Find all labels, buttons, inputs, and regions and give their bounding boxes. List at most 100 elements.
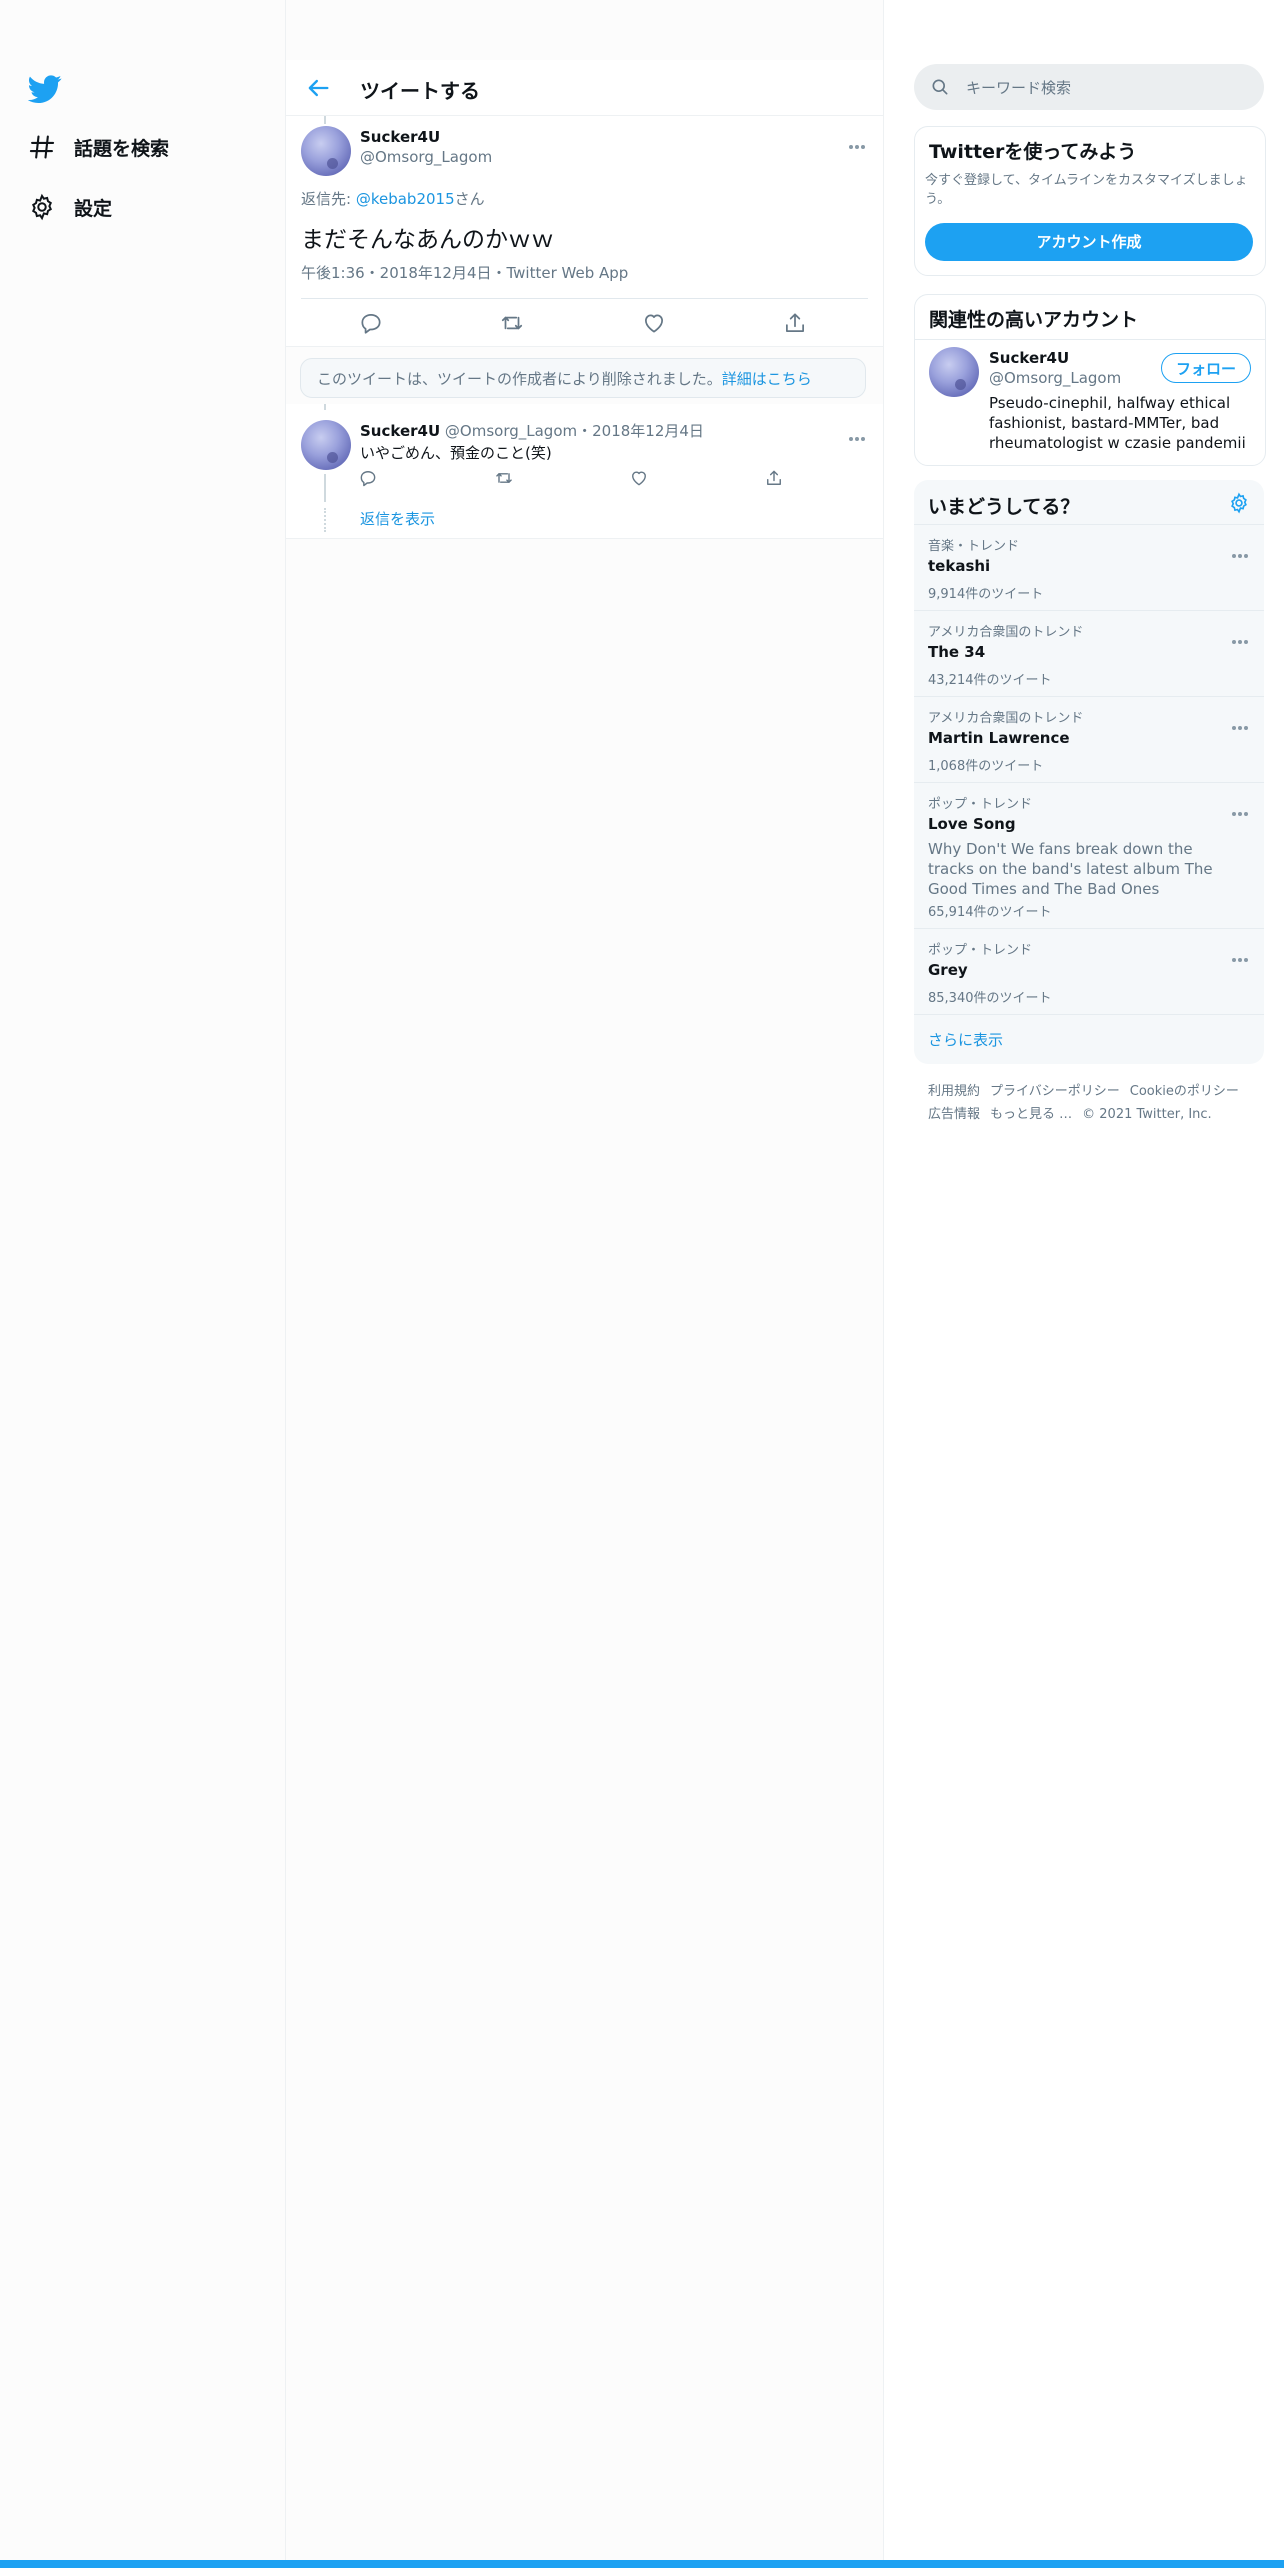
main-tweet: Sucker4U @Omsorg_Lagom 返信先: @kebab2015さん… bbox=[286, 116, 883, 347]
avatar[interactable] bbox=[929, 347, 979, 397]
more-icon[interactable] bbox=[849, 426, 871, 441]
avatar[interactable] bbox=[301, 126, 351, 176]
more-icon[interactable] bbox=[1232, 629, 1254, 644]
trend-category: 音楽・トレンド bbox=[928, 539, 1020, 554]
more-icon[interactable] bbox=[1232, 543, 1254, 558]
trend-item[interactable]: ポップ・トレンド Love Song Why Don't We fans bre… bbox=[914, 782, 1264, 929]
nav-explore-label: 話題を検索 bbox=[74, 137, 170, 160]
deleted-notice-link[interactable]: 詳細はこちら bbox=[722, 370, 812, 388]
hashtag-icon bbox=[28, 133, 56, 161]
footer-more-link[interactable]: もっと見る … bbox=[990, 1107, 1072, 1122]
footer-privacy-link[interactable]: プライバシーポリシー bbox=[990, 1084, 1120, 1099]
more-icon[interactable] bbox=[1232, 715, 1254, 730]
reply-to-suffix: さん bbox=[454, 190, 485, 208]
trend-item[interactable]: アメリカ合衆国のトレンド Martin Lawrence 1,068件のツイート bbox=[914, 696, 1264, 783]
search-box[interactable] bbox=[914, 64, 1264, 110]
thread-line bbox=[324, 404, 326, 410]
trend-description: Why Don't We fans break down the tracks … bbox=[928, 840, 1213, 898]
more-icon[interactable] bbox=[1232, 801, 1254, 816]
thread-dots bbox=[324, 508, 328, 532]
nav-settings[interactable]: 設定 bbox=[28, 187, 112, 227]
reply-to-prefix: 返信先: bbox=[301, 190, 356, 208]
trend-name: tekashi bbox=[928, 557, 991, 575]
footer-ads-link[interactable]: 広告情報 bbox=[928, 1107, 980, 1122]
reply-tweet-header: Sucker4U @Omsorg_Lagom・2018年12月4日 bbox=[360, 420, 704, 441]
show-more-row[interactable]: さらに表示 bbox=[914, 1014, 1264, 1064]
nav-explore[interactable]: 話題を検索 bbox=[28, 127, 169, 167]
signup-card-desc: 今すぐ登録して、タイムラインをカスタマイズしましょう。 bbox=[925, 173, 1248, 207]
trend-count: 65,914件のツイート bbox=[928, 905, 1052, 920]
trend-item[interactable]: 音楽・トレンド tekashi 9,914件のツイート bbox=[914, 524, 1264, 611]
reply-to-line: 返信先: @kebab2015さん bbox=[301, 188, 485, 209]
reply-tweet[interactable]: Sucker4U @Omsorg_Lagom・2018年12月4日 いやごめん、… bbox=[286, 404, 883, 539]
search-input[interactable] bbox=[964, 74, 1248, 102]
follow-button[interactable]: フォロー bbox=[1161, 353, 1251, 383]
tweet-timestamp[interactable]: 午後1:36・2018年12月4日・Twitter Web App bbox=[301, 262, 628, 283]
trend-name: Grey bbox=[928, 961, 968, 979]
deleted-tweet-notice: このツイートは、ツイートの作成者により削除されました。詳細はこちら bbox=[300, 358, 866, 398]
trends-card: いまどうしてる？ 音楽・トレンド tekashi 9,914件のツイート アメリ… bbox=[914, 480, 1264, 1064]
reply-to-link[interactable]: @kebab2015 bbox=[356, 190, 455, 208]
search-icon bbox=[930, 77, 950, 97]
trend-item[interactable]: アメリカ合衆国のトレンド The 34 43,214件のツイート bbox=[914, 610, 1264, 697]
trend-category: ポップ・トレンド bbox=[928, 797, 1033, 812]
show-replies-link[interactable]: 返信を表示 bbox=[360, 508, 435, 529]
twitter-bird-icon[interactable] bbox=[27, 72, 62, 106]
tweet-author-name[interactable]: Sucker4U bbox=[360, 128, 492, 146]
trend-count: 85,340件のツイート bbox=[928, 991, 1052, 1006]
trend-category: ポップ・トレンド bbox=[928, 943, 1033, 958]
more-icon[interactable] bbox=[1232, 947, 1254, 962]
like-icon[interactable] bbox=[641, 310, 667, 336]
trend-category: アメリカ合衆国のトレンド bbox=[928, 625, 1084, 640]
trend-item[interactable]: ポップ・トレンド Grey 85,340件のツイート bbox=[914, 928, 1264, 1015]
trend-count: 1,068件のツイート bbox=[928, 759, 1044, 774]
related-user-bio: Pseudo-cinephil, halfway ethical fashion… bbox=[989, 394, 1246, 452]
share-icon[interactable] bbox=[782, 310, 808, 336]
related-user-name[interactable]: Sucker4U bbox=[989, 349, 1121, 367]
like-icon[interactable] bbox=[629, 468, 649, 488]
signup-card: Twitterを使ってみよう 今すぐ登録して、タイムラインをカスタマイズしましょ… bbox=[914, 126, 1266, 276]
tweet-author-name[interactable]: Sucker4U bbox=[360, 422, 440, 440]
divider bbox=[915, 339, 1265, 340]
tweet-author-handle[interactable]: @Omsorg_Lagom bbox=[360, 148, 492, 166]
show-more-link[interactable]: さらに表示 bbox=[928, 1029, 1003, 1050]
avatar[interactable] bbox=[301, 420, 351, 470]
more-icon[interactable] bbox=[849, 134, 871, 149]
footer-terms-link[interactable]: 利用規約 bbox=[928, 1084, 980, 1099]
related-accounts-card: 関連性の高いアカウント Sucker4U @Omsorg_Lagom フォロー … bbox=[914, 294, 1266, 466]
right-sidebar: Twitterを使ってみよう 今すぐ登録して、タイムラインをカスタマイズしましょ… bbox=[884, 0, 1284, 2568]
trend-category: アメリカ合衆国のトレンド bbox=[928, 711, 1084, 726]
thread-line bbox=[324, 116, 326, 124]
gear-icon bbox=[28, 193, 56, 221]
tweet-author-handle[interactable]: @Omsorg_Lagom bbox=[445, 422, 577, 440]
related-user-info: Sucker4U @Omsorg_Lagom bbox=[989, 349, 1121, 387]
left-sidebar: 話題を検索 設定 bbox=[0, 0, 286, 2568]
trend-count: 43,214件のツイート bbox=[928, 673, 1052, 688]
create-account-button[interactable]: アカウント作成 bbox=[925, 223, 1253, 261]
reply-icon[interactable] bbox=[358, 468, 378, 488]
thread-line bbox=[324, 474, 326, 502]
signup-card-title: Twitterを使ってみよう bbox=[929, 141, 1137, 163]
tweet-text: いやごめん、預金のこと(笑) bbox=[360, 444, 552, 462]
tweet-text: まだそんなあんのかｗｗ bbox=[301, 227, 554, 253]
retweet-icon[interactable] bbox=[499, 310, 525, 336]
trends-title: いまどうしてる？ bbox=[928, 496, 1080, 518]
back-arrow-icon[interactable] bbox=[304, 74, 332, 102]
related-card-title: 関連性の高いアカウント bbox=[929, 309, 1139, 331]
related-user-handle[interactable]: @Omsorg_Lagom bbox=[989, 369, 1121, 387]
deleted-notice-text: このツイートは、ツイートの作成者により削除されました。 bbox=[317, 370, 722, 388]
reply-icon[interactable] bbox=[358, 310, 384, 336]
gear-icon[interactable] bbox=[1228, 492, 1250, 514]
footer-cookie-link[interactable]: Cookieのポリシー bbox=[1130, 1084, 1239, 1099]
tweet-date[interactable]: ・2018年12月4日 bbox=[577, 422, 704, 440]
retweet-icon[interactable] bbox=[494, 468, 514, 488]
page-title: ツイートする bbox=[360, 79, 480, 103]
page-header: ツイートする bbox=[286, 60, 883, 116]
trend-name: Love Song bbox=[928, 815, 1016, 833]
footer-copyright: © 2021 Twitter, Inc. bbox=[1082, 1107, 1212, 1122]
bottom-bar bbox=[0, 2560, 1284, 2568]
center-column: ツイートする Sucker4U @Omsorg_Lagom 返信先: @keba… bbox=[286, 0, 884, 2568]
share-icon[interactable] bbox=[764, 468, 784, 488]
nav-settings-label: 設定 bbox=[74, 197, 113, 220]
footer-links: 利用規約 プライバシーポリシー Cookieのポリシー 広告情報 もっと見る … © 2… bbox=[928, 1080, 1258, 1126]
